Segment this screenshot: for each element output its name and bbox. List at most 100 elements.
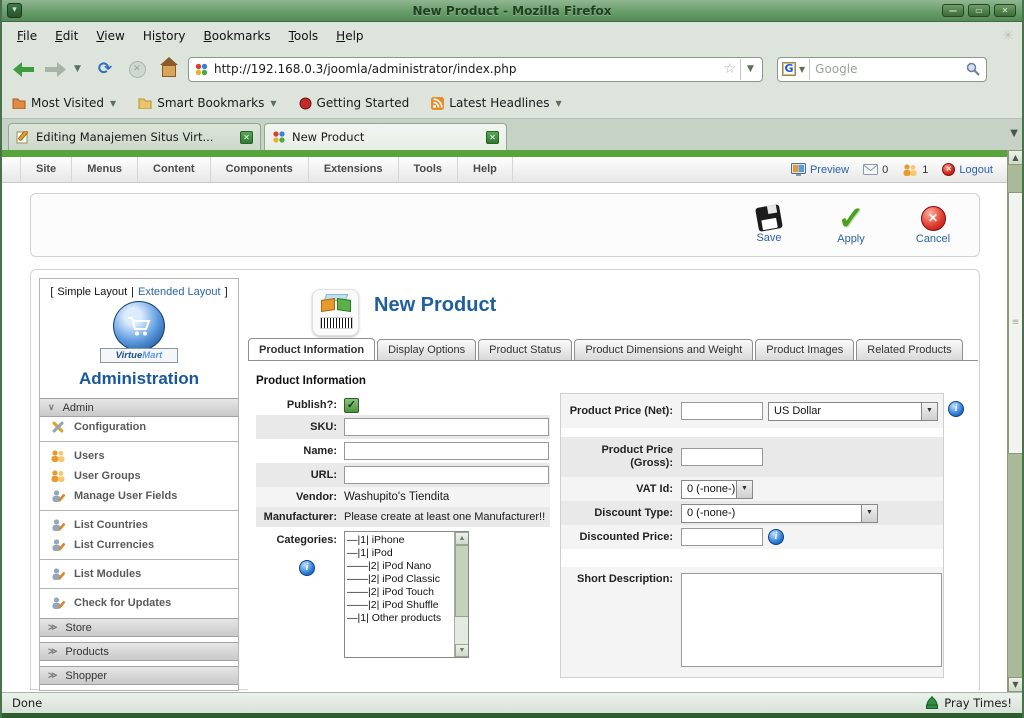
jmenu-components[interactable]: Components: [211, 157, 309, 182]
scroll-up-icon[interactable]: ▲: [455, 532, 469, 545]
tab-display-options[interactable]: Display Options: [377, 339, 476, 361]
cancel-button[interactable]: ✕ Cancel: [909, 206, 957, 245]
sidebar-item-configuration[interactable]: Configuration: [40, 417, 238, 437]
tab-list-dropdown[interactable]: ▼: [1010, 128, 1018, 139]
info-icon[interactable]: i: [948, 401, 964, 417]
tab-product-information[interactable]: Product Information: [248, 338, 375, 361]
currency-select[interactable]: US Dollar ▼: [768, 402, 938, 421]
url-dropdown[interactable]: ▼: [740, 59, 760, 80]
url-input[interactable]: [214, 62, 719, 76]
apply-button[interactable]: ✓ Apply: [827, 205, 875, 245]
category-option[interactable]: ——|2| iPod Classic: [347, 573, 453, 586]
close-button[interactable]: ✕: [994, 4, 1016, 17]
sidebar-section-products[interactable]: ≫ Products: [40, 642, 238, 661]
titlebar[interactable]: ▾ New Product - Mozilla Firefox — ▭ ✕: [2, 0, 1022, 22]
category-option[interactable]: ——|2| iPod Shuffle: [347, 599, 453, 612]
jmenu-site[interactable]: Site: [20, 157, 72, 182]
search-bar[interactable]: G ▼: [777, 57, 987, 82]
reload-button[interactable]: ⟳: [92, 56, 118, 82]
scroll-up-icon[interactable]: ▲: [1008, 150, 1022, 165]
simple-layout-link[interactable]: Simple Layout: [57, 286, 127, 298]
tab-close-icon[interactable]: ✕: [240, 131, 253, 144]
tab-editing-manajemen[interactable]: Editing Manajemen Situs Virt... ✕: [8, 123, 261, 150]
sidebar-section-admin[interactable]: ∨ Admin: [40, 398, 238, 417]
scroll-down-icon[interactable]: ▼: [1008, 677, 1022, 692]
tab-close-icon[interactable]: ✕: [486, 131, 499, 144]
search-engine-selector[interactable]: G ▼: [778, 59, 810, 80]
tab-product-dimensions[interactable]: Product Dimensions and Weight: [574, 339, 753, 361]
category-option[interactable]: ——|2| iPod Nano: [347, 560, 453, 573]
category-option[interactable]: —|1| iPhone: [347, 534, 453, 547]
stop-button[interactable]: ✕: [124, 56, 150, 82]
info-icon[interactable]: i: [768, 529, 784, 545]
menu-history[interactable]: History: [134, 24, 195, 48]
sidebar-item-list-countries[interactable]: List Countries: [40, 515, 238, 535]
back-button[interactable]: [10, 56, 36, 82]
menu-file[interactable]: File: [8, 24, 46, 48]
jmenu-extensions[interactable]: Extensions: [309, 157, 399, 182]
jmenu-tools[interactable]: Tools: [399, 157, 459, 182]
short-description-textarea[interactable]: [681, 573, 942, 667]
discount-type-select[interactable]: 0 (-none-) ▼: [681, 504, 878, 523]
message-counter[interactable]: 0: [863, 164, 888, 176]
tab-product-images[interactable]: Product Images: [755, 339, 854, 361]
vat-select[interactable]: 0 (-none-) ▼: [681, 480, 753, 499]
bookmark-smart-bookmarks[interactable]: Smart Bookmarks▼: [138, 96, 276, 110]
menu-bookmarks[interactable]: Bookmarks: [195, 24, 280, 48]
url-input-field[interactable]: [344, 466, 549, 484]
sku-input[interactable]: [344, 418, 549, 436]
sidebar-section-shopper[interactable]: ≫ Shopper: [40, 666, 238, 685]
sidebar-item-list-currencies[interactable]: List Currencies: [40, 535, 238, 555]
sidebar-item-list-modules[interactable]: List Modules: [40, 564, 238, 584]
online-users-counter[interactable]: 1: [902, 164, 928, 176]
category-option[interactable]: —|1| iPod: [347, 547, 453, 560]
save-button[interactable]: Save: [745, 206, 793, 244]
maximize-button[interactable]: ▭: [968, 4, 990, 17]
forward-button[interactable]: [42, 56, 68, 82]
price-gross-input[interactable]: [681, 448, 763, 466]
menu-view[interactable]: View: [87, 24, 133, 48]
sidebar-item-users[interactable]: Users: [40, 446, 238, 466]
menu-tools[interactable]: Tools: [280, 24, 328, 48]
search-icon[interactable]: [965, 61, 981, 77]
scrollbar-thumb[interactable]: [1008, 192, 1022, 454]
url-bar[interactable]: ☆ ▼: [188, 57, 763, 82]
jmenu-help[interactable]: Help: [458, 157, 513, 182]
jmenu-menus[interactable]: Menus: [72, 157, 138, 182]
page-scrollbar[interactable]: ▲ ▼: [1007, 150, 1022, 692]
bookmark-most-visited[interactable]: Most Visited▼: [12, 96, 116, 110]
scroll-down-icon[interactable]: ▼: [455, 644, 469, 657]
sidebar-item-check-for-updates[interactable]: Check for Updates: [40, 593, 238, 613]
listbox-scrollbar[interactable]: ▲ ▼: [454, 532, 468, 657]
price-net-input[interactable]: [681, 402, 763, 420]
jmenu-content[interactable]: Content: [138, 157, 211, 182]
tab-product-status[interactable]: Product Status: [478, 339, 572, 361]
bookmark-star-icon[interactable]: ☆: [719, 61, 740, 77]
name-input[interactable]: [344, 442, 549, 460]
minimize-button[interactable]: —: [942, 4, 964, 17]
tab-new-product[interactable]: New Product ✕: [264, 123, 507, 150]
info-icon[interactable]: i: [299, 560, 315, 576]
preview-link[interactable]: Preview: [791, 163, 849, 176]
history-dropdown[interactable]: ▼: [74, 64, 86, 74]
sidebar-section-store[interactable]: ≫ Store: [40, 618, 238, 637]
publish-checkbox[interactable]: ✓: [344, 398, 359, 413]
scrollbar-thumb[interactable]: [455, 545, 469, 617]
sidebar-item-user-groups[interactable]: User Groups: [40, 466, 238, 486]
categories-listbox[interactable]: —|1| iPhone —|1| iPod ——|2| iPod Nano ——…: [344, 531, 469, 658]
sidebar-item-manage-user-fields[interactable]: Manage User Fields: [40, 486, 238, 506]
category-option[interactable]: ——|2| iPod Touch: [347, 586, 453, 599]
praytimes-addon[interactable]: Pray Times!: [925, 696, 1012, 710]
search-input[interactable]: [810, 62, 965, 76]
logout-link[interactable]: ✕ Logout: [942, 163, 993, 176]
bookmark-latest-headlines[interactable]: Latest Headlines▼: [431, 96, 561, 110]
category-option[interactable]: —|1| Other products: [347, 612, 453, 625]
tab-related-products[interactable]: Related Products: [856, 339, 962, 361]
extended-layout-link[interactable]: Extended Layout: [138, 286, 221, 298]
menu-edit[interactable]: Edit: [46, 24, 87, 48]
window-icon[interactable]: ▾: [7, 3, 22, 18]
discounted-price-input[interactable]: [681, 528, 763, 546]
bookmark-getting-started[interactable]: Getting Started: [299, 96, 410, 110]
menu-help[interactable]: Help: [327, 24, 372, 48]
home-button[interactable]: [156, 56, 182, 82]
